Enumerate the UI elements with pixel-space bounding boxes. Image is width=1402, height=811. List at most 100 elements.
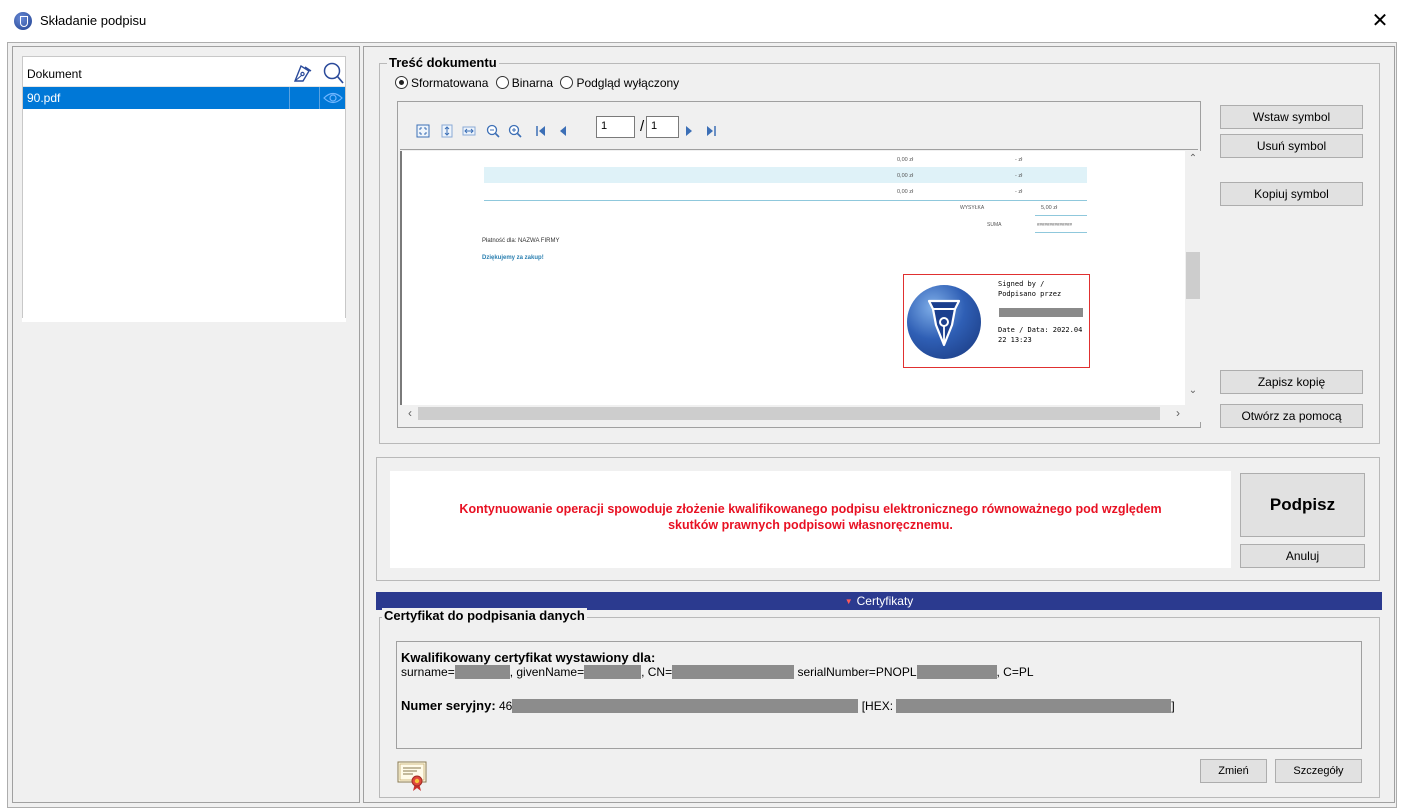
- amount-cell: 0,00 zł: [897, 189, 914, 195]
- certificates-bar-label: Certyfikaty: [856, 594, 914, 608]
- certificate-serial: Numer seryjny: 46 [HEX: ]: [401, 698, 1175, 713]
- redacted-signer-name: [999, 308, 1083, 317]
- next-page-icon[interactable]: [682, 124, 696, 138]
- certificate-icon[interactable]: [397, 759, 429, 792]
- certificate-subject: surname=, givenName=, CN= serialNumber=P…: [401, 665, 1034, 679]
- amount-cell: - zł: [1015, 173, 1023, 179]
- panel-splitter[interactable]: [22, 318, 346, 322]
- amount-cell: - zł: [1015, 157, 1023, 163]
- pen-nib-icon[interactable]: [291, 62, 315, 84]
- scroll-up-icon[interactable]: ⌃: [1185, 153, 1201, 164]
- table-divider: [484, 200, 1087, 201]
- legal-warning: Kontynuowanie operacji spowoduje złożeni…: [390, 501, 1231, 533]
- redacted-serial: [512, 699, 859, 713]
- document-list-header: Dokument: [23, 57, 345, 87]
- redacted-surname: [454, 665, 510, 679]
- fit-width-icon[interactable]: [462, 124, 476, 138]
- hex-close: ]: [1171, 699, 1175, 713]
- cn-key: CN=: [647, 665, 673, 679]
- magnifier-icon[interactable]: [321, 61, 345, 85]
- sign-button[interactable]: Podpisz: [1240, 473, 1365, 537]
- country-field: C=PL: [1003, 665, 1034, 679]
- amount-cell: 0,00 zł: [897, 173, 914, 179]
- legal-warning-line: skutków prawnych podpisowi własnoręcznem…: [668, 518, 953, 532]
- column-divider: [319, 87, 320, 109]
- given-name-key: givenName=: [516, 665, 585, 679]
- collapse-triangle-icon: ▼: [844, 597, 853, 606]
- payable-to: Płatność dla: NAZWA FIRMY: [482, 238, 560, 244]
- serial-number-key: serialNumber=PNOPL: [797, 665, 917, 679]
- redacted-hex: [896, 699, 1172, 713]
- document-content-title: Treść dokumentu: [387, 55, 499, 70]
- page-edge: [400, 151, 402, 405]
- zoom-in-icon[interactable]: [508, 124, 522, 138]
- copy-symbol-button[interactable]: Kopiuj symbol: [1220, 182, 1363, 206]
- scroll-left-icon[interactable]: ‹: [402, 406, 418, 420]
- column-divider: [289, 87, 290, 109]
- radio-icon[interactable]: [495, 76, 509, 89]
- view-mode-label: Podgląd wyłączony: [576, 76, 680, 90]
- fit-height-icon[interactable]: [440, 124, 454, 138]
- fit-page-icon[interactable]: [416, 124, 430, 138]
- vertical-scroll-thumb[interactable]: [1186, 252, 1200, 299]
- field-separator: ,: [641, 665, 648, 679]
- open-with-button[interactable]: Otwórz za pomocą: [1220, 404, 1363, 428]
- certificate-details-button[interactable]: Szczegóły: [1275, 759, 1362, 783]
- certificate-issued-for-label: Kwalifikowany certyfikat wystawiony dla:: [401, 650, 656, 665]
- hex-label: [HEX:: [861, 699, 894, 713]
- view-mode-off[interactable]: Podgląd wyłączony: [560, 76, 679, 90]
- table-divider: [1035, 232, 1087, 233]
- viewer-toolbar: [400, 104, 1198, 150]
- stamp-signed-by: Signed by /: [998, 280, 1045, 288]
- scroll-right-icon[interactable]: ›: [1170, 406, 1186, 420]
- table-divider: [1035, 215, 1087, 216]
- page-separator: /: [640, 118, 645, 135]
- pen-nib-seal-icon: [907, 285, 981, 359]
- redacted-cn: [672, 665, 795, 679]
- remove-symbol-button[interactable]: Usuń symbol: [1220, 134, 1363, 158]
- total-value: ##############: [1037, 222, 1073, 227]
- scroll-down-icon[interactable]: ⌄: [1185, 385, 1201, 396]
- radio-icon[interactable]: [560, 76, 574, 89]
- shipping-value: 5,00 zł: [1041, 205, 1058, 211]
- change-certificate-button[interactable]: Zmień: [1200, 759, 1267, 783]
- stamp-time: 22 13:23: [998, 336, 1032, 344]
- surname-key: surname=: [401, 665, 455, 679]
- previous-page-icon[interactable]: [556, 124, 570, 138]
- save-copy-button[interactable]: Zapisz kopię: [1220, 370, 1363, 394]
- app-shield-icon: [14, 12, 32, 30]
- document-column-header[interactable]: Dokument: [27, 67, 82, 81]
- horizontal-scroll-thumb[interactable]: [418, 407, 1160, 420]
- view-mode-formatted[interactable]: Sformatowana: [395, 76, 488, 90]
- thank-you-note: Dziękujemy za zakup!: [482, 255, 544, 261]
- amount-cell: - zł: [1015, 189, 1023, 195]
- shipping-label: WYSYŁKA: [960, 205, 985, 211]
- document-name: 90.pdf: [27, 91, 61, 105]
- legal-warning-line: Kontynuowanie operacji spowoduje złożeni…: [459, 502, 1162, 516]
- stamp-signed-by-pl: Podpisano przez: [998, 290, 1062, 298]
- cancel-button[interactable]: Anuluj: [1240, 544, 1365, 568]
- last-page-icon[interactable]: [704, 124, 718, 138]
- window-title: Składanie podpisu: [40, 13, 147, 28]
- document-list: Dokument 90.pdf: [22, 56, 346, 319]
- eye-icon[interactable]: [323, 91, 343, 105]
- stamp-date: Date / Data: 2022.04: [998, 326, 1083, 334]
- insert-symbol-button[interactable]: Wstaw symbol: [1220, 105, 1363, 129]
- view-mode-options: Sformatowana Binarna Podgląd wyłączony: [395, 76, 683, 90]
- total-pages-field: 1: [646, 116, 679, 138]
- view-mode-binary[interactable]: Binarna: [495, 76, 554, 90]
- first-page-icon[interactable]: [534, 124, 548, 138]
- title-bar: Składanie podpisu ✕: [0, 0, 1402, 42]
- document-row[interactable]: 90.pdf: [23, 87, 345, 109]
- radio-checked-icon[interactable]: [395, 76, 408, 89]
- serial-prefix: 46: [499, 699, 513, 713]
- close-button[interactable]: ✕: [1362, 6, 1398, 36]
- zoom-out-icon[interactable]: [486, 124, 500, 138]
- amount-cell: 0,00 zł: [897, 157, 914, 163]
- serial-label: Numer seryjny:: [401, 698, 496, 713]
- redacted-serial-number: [916, 665, 997, 679]
- view-mode-label: Binarna: [511, 76, 554, 90]
- signature-stamp[interactable]: Signed by / Podpisano przez Date / Data:…: [903, 274, 1090, 368]
- current-page-input[interactable]: 1: [596, 116, 635, 138]
- legal-warning-box: Kontynuowanie operacji spowoduje złożeni…: [390, 471, 1231, 568]
